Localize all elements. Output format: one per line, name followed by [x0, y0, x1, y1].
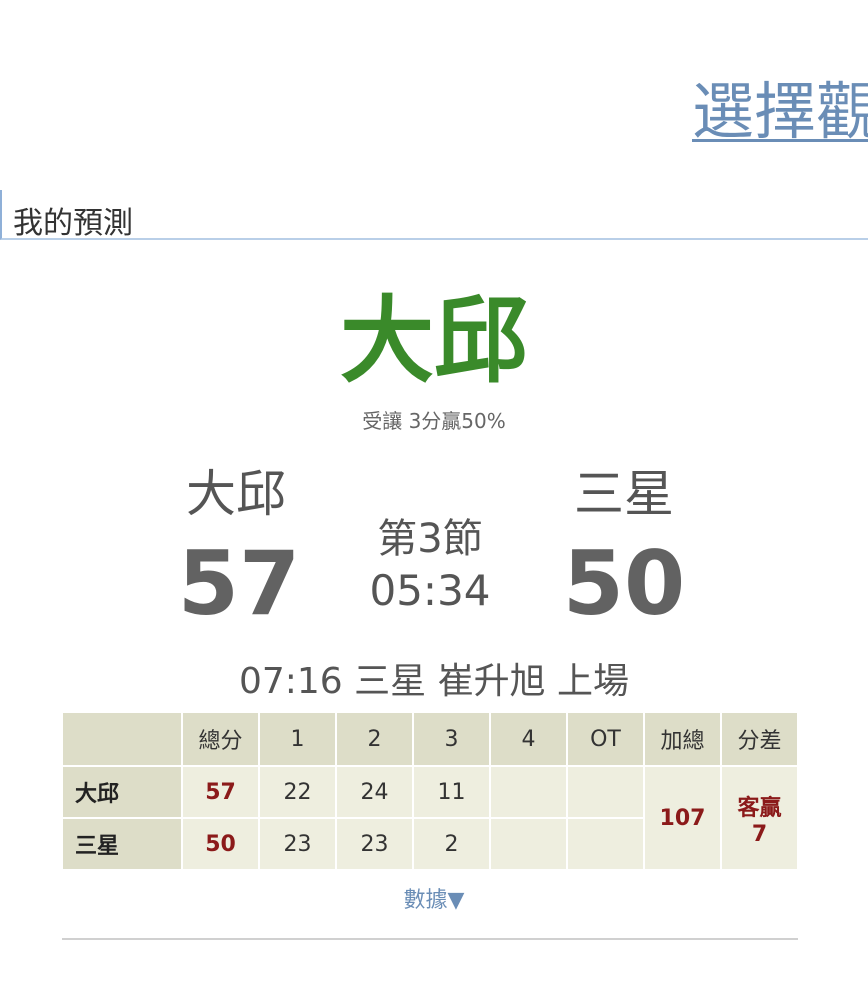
- live-event-text: 07:16 三星 崔升旭 上場: [238, 661, 630, 702]
- game-clock: 05:34: [369, 566, 491, 615]
- header-cell-q4: 4: [489, 711, 568, 767]
- row-q3-score: 2: [412, 817, 491, 871]
- predicted-team: 大邱: [339, 287, 528, 396]
- sum-score-cell: 107: [643, 765, 722, 871]
- select-view-link[interactable]: 選擇觀: [692, 76, 868, 148]
- header-cell-q2: 2: [335, 711, 414, 767]
- section-header: 我的預測: [0, 190, 868, 241]
- row-ot-score: [566, 817, 645, 871]
- point-diff-cell: 客贏 7: [720, 765, 799, 871]
- row-ot-score: [566, 765, 645, 819]
- away-team-name: 三星: [574, 465, 674, 523]
- row-total-score: 57: [181, 765, 260, 819]
- data-toggle-button[interactable]: 數據▼: [0, 882, 868, 914]
- game-period: 第3節: [377, 516, 483, 562]
- divider: [62, 938, 798, 940]
- game-page: 選擇觀 我的預測 大邱 受讓 3分贏50% 大邱 57 第3節 05:34 三星…: [0, 0, 868, 1000]
- table-row: 大邱 57 22 24 11 107 客贏 7: [61, 765, 799, 871]
- row-q1-score: 23: [258, 817, 337, 871]
- header-cell-q1: 1: [258, 711, 337, 767]
- boxscore-table: 總分 1 2 3 4 OT 加總 分差 大邱 57 22 24 11 107 客…: [61, 711, 799, 871]
- boxscore-header-row: 總分 1 2 3 4 OT 加總 分差: [61, 711, 799, 767]
- row-q4-score: [489, 817, 568, 871]
- row-q3-score: 11: [412, 765, 491, 819]
- header-cell-blank: [61, 711, 183, 767]
- row-q4-score: [489, 765, 568, 819]
- row-q2-score: 23: [335, 817, 414, 871]
- prediction-detail: 受讓 3分贏50%: [362, 409, 506, 433]
- header-cell-diff: 分差: [720, 711, 799, 767]
- header-cell-ot: OT: [566, 711, 645, 767]
- point-diff-value: 7: [751, 821, 768, 847]
- point-diff-label: 客贏: [737, 795, 782, 821]
- header-cell-total: 總分: [181, 711, 260, 767]
- header-cell-sum: 加總: [643, 711, 722, 767]
- row-q2-score: 24: [335, 765, 414, 819]
- away-team-score: 50: [562, 532, 686, 635]
- row-q1-score: 22: [258, 765, 337, 819]
- home-team-name: 大邱: [186, 465, 286, 523]
- section-title: 我的預測: [13, 206, 133, 241]
- header-cell-q3: 3: [412, 711, 491, 767]
- row-total-score: 50: [181, 817, 260, 871]
- home-team-score: 57: [177, 532, 301, 635]
- row-team-name: 三星: [61, 817, 183, 871]
- row-team-name: 大邱: [61, 765, 183, 819]
